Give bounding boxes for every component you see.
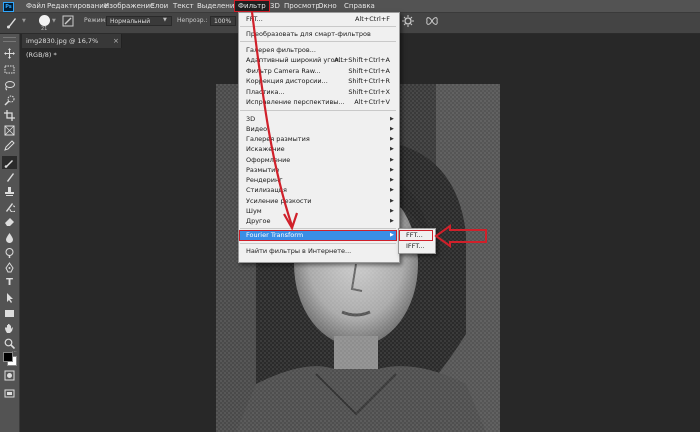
- close-icon[interactable]: ×: [113, 34, 119, 48]
- menu-item-sharpen[interactable]: Усиление резкости: [246, 196, 312, 206]
- submenu-arrow-icon: ▶: [390, 136, 394, 142]
- menu-filter[interactable]: Фильтр: [234, 0, 270, 12]
- opacity-value: 100%: [214, 18, 232, 25]
- move-tool-icon[interactable]: [4, 48, 15, 59]
- submenu-arrow-icon: ▶: [390, 157, 394, 163]
- menu-separator: [240, 41, 396, 42]
- submenu-arrow-icon: ▶: [390, 187, 394, 193]
- menu-shortcut: Alt+Ctrl+V: [354, 98, 390, 106]
- menu-separator: [240, 110, 396, 111]
- lasso-tool-icon[interactable]: [4, 80, 15, 91]
- path-selection-tool-icon[interactable]: [4, 292, 15, 303]
- menu-item-browse-filters-online[interactable]: Найти фильтры в Интернете...: [246, 246, 351, 256]
- menu-separator: [240, 26, 396, 27]
- quick-selection-tool-icon[interactable]: [4, 95, 15, 106]
- document-tab[interactable]: img2830.jpg @ 16,7% (RGB/8) *: [22, 34, 122, 59]
- type-tool-icon[interactable]: T: [4, 277, 15, 288]
- rectangle-tool-icon[interactable]: [4, 308, 15, 319]
- menu-item-lens-correction[interactable]: Коррекция дисторсии...: [246, 76, 328, 86]
- marquee-tool-icon[interactable]: [4, 64, 15, 75]
- menu-item-last-filter[interactable]: FFT...: [246, 14, 263, 24]
- history-brush-tool-icon[interactable]: [4, 201, 15, 212]
- menu-item-noise[interactable]: Шум: [246, 206, 262, 216]
- menu-item-blur-gallery[interactable]: Галерея размытия: [246, 134, 310, 144]
- menu-separator: [240, 228, 396, 229]
- blend-mode-value: Нормальный: [110, 18, 151, 25]
- submenu-item-ifft[interactable]: IFFT...: [406, 241, 425, 251]
- menu-type[interactable]: Текст: [173, 0, 194, 12]
- photoshop-logo-icon[interactable]: Ps: [3, 2, 14, 12]
- crop-tool-icon[interactable]: [4, 110, 15, 121]
- zoom-tool-icon[interactable]: [4, 338, 15, 349]
- hand-tool-icon[interactable]: [4, 323, 15, 334]
- quick-mask-icon[interactable]: [4, 370, 15, 381]
- submenu-arrow-icon: ▶: [390, 167, 394, 173]
- screen-mode-icon[interactable]: [4, 388, 15, 399]
- menu-item-3d[interactable]: 3D: [246, 114, 255, 124]
- menu-image[interactable]: Изображение: [104, 0, 154, 12]
- brush-size-preview[interactable]: [39, 15, 50, 26]
- dropdown-caret-icon: ▼: [22, 18, 26, 24]
- menu-view[interactable]: Просмотр: [284, 0, 320, 12]
- menu-item-camera-raw[interactable]: Фильтр Camera Raw...: [246, 66, 321, 76]
- menu-item-blur[interactable]: Размытие: [246, 165, 279, 175]
- menu-edit[interactable]: Редактирование: [47, 0, 108, 12]
- toolbar-grip[interactable]: [3, 37, 16, 42]
- opacity-field[interactable]: 100%: [210, 16, 236, 26]
- eraser-tool-icon[interactable]: [4, 216, 15, 227]
- chevron-down-icon: ▼: [163, 17, 167, 23]
- eyedropper-tool-icon[interactable]: [4, 140, 15, 151]
- menu-item-stylize[interactable]: Стилизация: [246, 185, 287, 195]
- brush-tool-preset-icon[interactable]: [6, 15, 18, 29]
- submenu-arrow-icon: ▶: [390, 218, 394, 224]
- menu-item-other[interactable]: Другое: [246, 216, 270, 226]
- menu-window[interactable]: Окно: [318, 0, 337, 12]
- submenu-arrow-icon: ▶: [390, 126, 394, 132]
- submenu-arrow-icon: ▶: [390, 146, 394, 152]
- opacity-label: Непрозр.:: [177, 17, 208, 24]
- menu-help[interactable]: Справка: [344, 0, 375, 12]
- submenu-arrow-icon: ▶: [390, 116, 394, 122]
- menu-shortcut: Shift+Ctrl+X: [348, 88, 390, 96]
- menu-shortcut: Alt+Ctrl+F: [355, 15, 390, 23]
- brush-settings-panel-icon[interactable]: [62, 15, 74, 27]
- menu-item-pixelate[interactable]: Оформление: [246, 155, 290, 165]
- menu-item-liquify[interactable]: Пластика...: [246, 87, 285, 97]
- dodge-tool-icon[interactable]: [4, 247, 15, 258]
- submenu-arrow-icon: ▶: [390, 208, 394, 214]
- submenu-arrow-icon: ▶: [390, 177, 394, 183]
- menu-select[interactable]: Выделение: [197, 0, 239, 12]
- menu-file[interactable]: Файл: [26, 0, 45, 12]
- menu-item-filter-gallery[interactable]: Галерея фильтров...: [246, 45, 316, 55]
- menu-item-distort[interactable]: Искажение: [246, 144, 285, 154]
- frame-tool-icon[interactable]: [4, 125, 15, 136]
- brush-tool-icon[interactable]: [4, 171, 15, 182]
- menu-shortcut: Shift+Ctrl+A: [348, 67, 390, 75]
- menu-3d[interactable]: 3D: [270, 0, 280, 12]
- brush-size-value: 21: [41, 26, 48, 32]
- mode-label: Режим:: [84, 17, 108, 24]
- clone-stamp-tool-icon[interactable]: [4, 186, 15, 197]
- submenu-arrow-icon: ▶: [390, 198, 394, 204]
- menu-layers[interactable]: Слои: [150, 0, 168, 12]
- menu-separator: [240, 243, 396, 244]
- pen-tool-icon[interactable]: [4, 262, 15, 273]
- menu-item-convert-smart-filters[interactable]: Преобразовать для смарт-фильтров: [246, 29, 371, 39]
- fourier-transform-label: Fourier Transform: [246, 231, 304, 239]
- dropdown-caret-icon: ▼: [52, 18, 56, 24]
- smoothing-settings-icon[interactable]: [402, 15, 414, 27]
- foreground-color-swatch[interactable]: [3, 352, 13, 362]
- healing-brush-tool-icon[interactable]: [2, 156, 17, 169]
- menu-shortcut: Alt+Shift+Ctrl+A: [334, 56, 390, 64]
- symmetry-butterfly-icon[interactable]: [426, 15, 438, 27]
- menu-shortcut: Shift+Ctrl+R: [348, 77, 390, 85]
- menu-item-render[interactable]: Рендеринг: [246, 175, 283, 185]
- fft-label: FFT...: [406, 231, 423, 239]
- gradient-tool-icon[interactable]: [4, 232, 15, 243]
- menu-item-video[interactable]: Видео: [246, 124, 267, 134]
